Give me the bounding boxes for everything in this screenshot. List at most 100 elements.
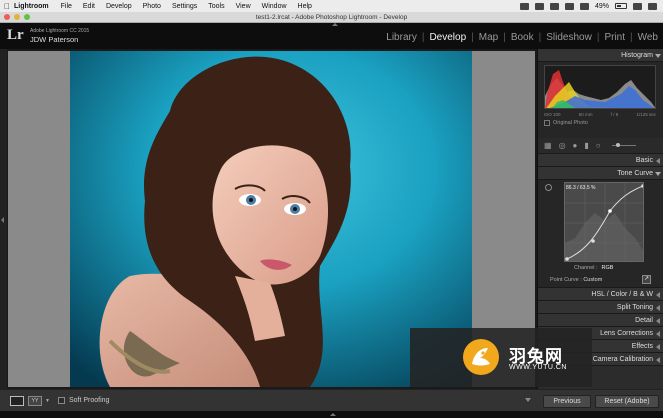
wifi-icon[interactable] (564, 2, 574, 10)
toolbar-menu-icon[interactable] (525, 398, 531, 402)
detail-header[interactable]: Detail (538, 314, 663, 327)
previous-button[interactable]: Previous (543, 395, 591, 408)
panel-expand-icon[interactable] (656, 158, 660, 164)
histogram[interactable] (544, 65, 656, 109)
module-print[interactable]: Print (599, 32, 630, 43)
menu-photo[interactable]: Photo (143, 3, 161, 10)
menu-window[interactable]: Window (262, 3, 287, 10)
menu-edit[interactable]: Edit (83, 3, 95, 10)
crop-icon[interactable]: ▦ (544, 141, 552, 150)
menu-develop[interactable]: Develop (106, 3, 132, 10)
panel-expand-icon[interactable] (656, 292, 660, 298)
panel-buttons: Previous Reset (Adobe) (537, 389, 663, 411)
hsl-label: HSL / Color / B & W (591, 291, 653, 298)
panel-expand-icon[interactable] (656, 344, 660, 350)
soft-proofing-checkbox[interactable] (57, 397, 65, 404)
tool-strip: ▦ ◎ ● ▮ ○ (538, 138, 663, 154)
original-photo-label: Original Photo (553, 120, 588, 126)
point-curve-label: Point Curve : (550, 276, 582, 283)
menu-app-name[interactable]: Lightroom (14, 3, 49, 10)
zoom-icon[interactable] (24, 14, 30, 20)
split-toning-label: Split Toning (616, 304, 653, 311)
panel-collapse-icon[interactable] (655, 54, 661, 58)
panel-expand-icon[interactable] (656, 305, 660, 311)
notification-icon[interactable] (648, 2, 657, 10)
channel-label: Channel : (574, 265, 598, 271)
split-toning-header[interactable]: Split Toning (538, 301, 663, 314)
left-panel-toggle[interactable] (0, 49, 7, 389)
red-eye-icon[interactable]: ● (573, 141, 578, 150)
loupe-view-button[interactable] (10, 395, 24, 406)
spotlight-icon[interactable] (633, 2, 642, 10)
menu-file[interactable]: File (61, 3, 72, 10)
minimize-icon[interactable] (14, 14, 20, 20)
histogram-header[interactable]: Histogram (538, 49, 663, 62)
module-book[interactable]: Book (506, 32, 539, 43)
lens-corrections-label: Lens Corrections (600, 330, 653, 337)
menu-view[interactable]: View (236, 3, 251, 10)
module-slideshow[interactable]: Slideshow (541, 32, 597, 43)
tone-curve-graph[interactable] (564, 182, 644, 262)
module-bar: Lr Adobe Lightroom CC 2015 JDW Paterson … (0, 23, 663, 49)
dropbox-icon[interactable] (519, 2, 529, 10)
battery-percent: 49% (594, 2, 609, 10)
info-shutter: 1/125 sec (636, 112, 656, 117)
camera-calibration-label: Camera Calibration (592, 356, 653, 363)
view-options-caret-icon[interactable]: ▼ (45, 398, 50, 404)
close-icon[interactable] (4, 14, 10, 20)
menu-settings[interactable]: Settings (172, 3, 197, 10)
top-panel-toggle-icon[interactable] (332, 23, 338, 26)
lightroom-logo: Lr (7, 27, 24, 43)
original-photo-checkbox[interactable] (544, 120, 550, 126)
info-focal: 50 mm (578, 112, 593, 117)
menu-help[interactable]: Help (298, 3, 312, 10)
original-photo-toggle[interactable]: Original Photo (544, 120, 657, 126)
graduated-filter-icon[interactable]: ▮ (584, 141, 588, 150)
module-map[interactable]: Map (474, 32, 503, 43)
module-develop[interactable]: Develop (424, 32, 471, 43)
target-adjust-icon[interactable] (545, 184, 552, 191)
app-icon[interactable] (534, 2, 544, 10)
radial-filter-icon[interactable]: ○ (596, 141, 601, 150)
edit-point-curve-icon[interactable]: ↗ (642, 275, 651, 284)
tone-curve-label: Tone Curve (617, 170, 653, 177)
status-area: 49% (519, 0, 657, 12)
channel-value[interactable]: RGB (602, 265, 614, 271)
hsl-header[interactable]: HSL / Color / B & W (538, 288, 663, 301)
tone-curve-header[interactable]: Tone Curve (538, 167, 663, 180)
point-curve-select[interactable]: Point Curve : Custom (550, 277, 602, 283)
yutu-logo-icon (463, 339, 499, 375)
module-library[interactable]: Library (381, 32, 422, 43)
panel-expand-icon[interactable] (656, 331, 660, 337)
histogram-label: Histogram (621, 52, 653, 59)
module-web[interactable]: Web (633, 32, 663, 43)
display-icon[interactable] (549, 2, 559, 10)
reset-button[interactable]: Reset (Adobe) (595, 395, 659, 408)
panel-expand-icon[interactable] (656, 357, 660, 363)
histogram-panel: ISO 100 50 mm f / 8 1/125 sec Original P… (538, 62, 663, 138)
volume-icon[interactable] (579, 2, 589, 10)
point-curve-row: Point Curve : Custom ↗ (544, 271, 657, 284)
effects-label: Effects (631, 343, 653, 350)
panel-expand-icon[interactable] (656, 318, 660, 324)
window-titlebar: test1-2.lrcat - Adobe Photoshop Lightroo… (0, 12, 663, 23)
curve-readout: 86.3 / 63.5 % (566, 185, 596, 191)
brush-slider[interactable] (611, 143, 636, 147)
histogram-info: ISO 100 50 mm f / 8 1/125 sec (544, 112, 656, 117)
traffic-lights (4, 14, 30, 20)
apple-icon[interactable]:  (0, 2, 14, 11)
filmstrip-toggle-bar[interactable] (0, 411, 663, 418)
spot-removal-icon[interactable]: ◎ (559, 141, 566, 150)
identity-plate-line1: Adobe Lightroom CC 2015 (30, 28, 90, 34)
battery-icon[interactable] (615, 3, 627, 9)
basic-header[interactable]: Basic (538, 154, 663, 167)
panel-collapse-icon[interactable] (655, 172, 661, 176)
before-after-button[interactable]: YY (28, 395, 42, 406)
detail-label: Detail (635, 317, 653, 324)
menu-tools[interactable]: Tools (208, 3, 224, 10)
left-arrow-icon (1, 217, 4, 223)
point-curve-value[interactable]: Custom (583, 277, 602, 283)
develop-toolbar: YY ▼ Soft Proofing (0, 389, 537, 411)
window-title: test1-2.lrcat - Adobe Photoshop Lightroo… (255, 14, 408, 21)
soft-proofing-label: Soft Proofing (68, 397, 110, 404)
